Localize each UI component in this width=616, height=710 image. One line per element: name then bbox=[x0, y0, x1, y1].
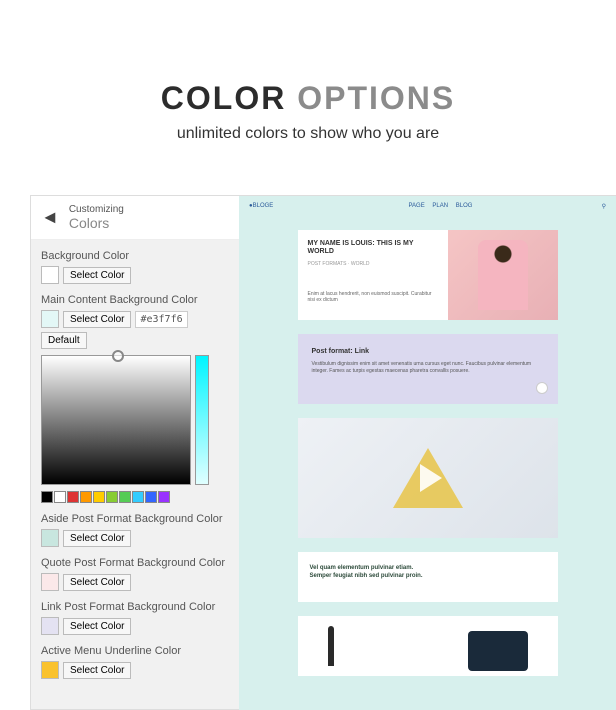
color-swatch[interactable] bbox=[41, 310, 59, 328]
card-body: Enim at lacus hendrerit, non euismod sus… bbox=[308, 287, 438, 304]
card-meta: POST FORMATS · WORLD bbox=[308, 261, 438, 267]
color-swatch[interactable] bbox=[41, 529, 59, 547]
notebook-icon bbox=[468, 631, 528, 671]
palette-swatch[interactable] bbox=[106, 491, 118, 503]
breadcrumb: Customizing Colors bbox=[69, 204, 124, 231]
palette-swatch[interactable] bbox=[41, 491, 53, 503]
color-picker bbox=[41, 355, 229, 485]
palette-swatch[interactable] bbox=[93, 491, 105, 503]
palette-swatch[interactable] bbox=[54, 491, 66, 503]
palette-swatch[interactable] bbox=[132, 491, 144, 503]
hex-input[interactable]: #e3f7f6 bbox=[135, 311, 187, 328]
preview-logo: ●BLOGE bbox=[249, 203, 273, 209]
field-label: Quote Post Format Background Color bbox=[41, 557, 229, 569]
select-color-button[interactable]: Select Color bbox=[63, 267, 131, 284]
field-label: Background Color bbox=[41, 250, 229, 262]
nav-item[interactable]: PLAN bbox=[432, 203, 448, 209]
saturation-gradient[interactable] bbox=[41, 355, 191, 485]
select-color-button[interactable]: Select Color bbox=[63, 574, 131, 591]
field-label: Active Menu Underline Color bbox=[41, 645, 229, 657]
field-link-bg: Link Post Format Background Color Select… bbox=[41, 601, 229, 635]
nav-item[interactable]: PAGE bbox=[408, 203, 424, 209]
select-color-button[interactable]: Select Color bbox=[63, 662, 131, 679]
field-main-content-bg: Main Content Background Color Select Col… bbox=[41, 294, 229, 503]
color-swatch[interactable] bbox=[41, 266, 59, 284]
field-background-color: Background Color Select Color bbox=[41, 250, 229, 284]
select-color-button[interactable]: Select Color bbox=[63, 311, 131, 328]
select-color-button[interactable]: Select Color bbox=[63, 530, 131, 547]
color-swatch[interactable] bbox=[41, 573, 59, 591]
palette-swatch[interactable] bbox=[119, 491, 131, 503]
card-image bbox=[448, 230, 558, 320]
field-label: Aside Post Format Background Color bbox=[41, 513, 229, 525]
preview-card-link: Post format: Link Vestibulum dignissim e… bbox=[298, 334, 558, 404]
palette-row bbox=[41, 491, 229, 503]
field-label: Link Post Format Background Color bbox=[41, 601, 229, 613]
hero-subtitle: unlimited colors to show who you are bbox=[0, 125, 616, 143]
quote-line: Vel quam elementum pulvinar etiam. bbox=[310, 564, 546, 572]
link-icon bbox=[536, 382, 548, 394]
card-title: MY NAME IS LOUIS: THIS IS MY WORLD bbox=[308, 240, 438, 257]
preview-card-flatlay bbox=[298, 616, 558, 676]
default-button[interactable]: Default bbox=[41, 332, 87, 349]
back-icon[interactable]: ◄ bbox=[41, 207, 59, 228]
field-label: Main Content Background Color bbox=[41, 294, 229, 306]
color-swatch[interactable] bbox=[41, 661, 59, 679]
search-icon[interactable]: ⚲ bbox=[602, 203, 606, 210]
hero-title: COLOR OPTIONS bbox=[0, 80, 616, 117]
preview-nav: ●BLOGE PAGE PLAN BLOG ⚲ bbox=[239, 196, 616, 216]
picker-cursor-icon[interactable] bbox=[112, 350, 124, 362]
palette-swatch[interactable] bbox=[67, 491, 79, 503]
color-swatch[interactable] bbox=[41, 617, 59, 635]
palette-swatch[interactable] bbox=[80, 491, 92, 503]
nav-item[interactable]: BLOG bbox=[456, 203, 473, 209]
field-quote-bg: Quote Post Format Background Color Selec… bbox=[41, 557, 229, 591]
palette-swatch[interactable] bbox=[145, 491, 157, 503]
preview-card-quote: Vel quam elementum pulvinar etiam. Sempe… bbox=[298, 552, 558, 602]
preview-card-hero: MY NAME IS LOUIS: THIS IS MY WORLD POST … bbox=[298, 230, 558, 320]
card-title: Post format: Link bbox=[312, 348, 544, 355]
card-body: Vestibulum dignissim enim sit amet venen… bbox=[312, 361, 544, 375]
play-icon[interactable] bbox=[420, 464, 442, 492]
panel-header: ◄ Customizing Colors bbox=[31, 196, 239, 240]
quote-line: Semper feugiat nibh sed pulvinar proin. bbox=[310, 572, 546, 580]
field-aside-bg: Aside Post Format Background Color Selec… bbox=[41, 513, 229, 547]
customizer-panel: ◄ Customizing Colors Background Color Se… bbox=[30, 195, 240, 710]
panel-body: Background Color Select Color Main Conte… bbox=[31, 240, 239, 699]
select-color-button[interactable]: Select Color bbox=[63, 618, 131, 635]
field-active-underline: Active Menu Underline Color Select Color bbox=[41, 645, 229, 679]
person-figure-icon bbox=[478, 240, 528, 310]
palette-swatch[interactable] bbox=[158, 491, 170, 503]
preview-card-video bbox=[298, 418, 558, 538]
pen-icon bbox=[328, 626, 334, 666]
hero-header: COLOR OPTIONS unlimited colors to show w… bbox=[0, 0, 616, 173]
hue-slider[interactable] bbox=[195, 355, 209, 485]
site-preview: ●BLOGE PAGE PLAN BLOG ⚲ MY NAME IS LOUIS… bbox=[239, 195, 616, 710]
demo-area: ◄ Customizing Colors Background Color Se… bbox=[30, 195, 616, 710]
